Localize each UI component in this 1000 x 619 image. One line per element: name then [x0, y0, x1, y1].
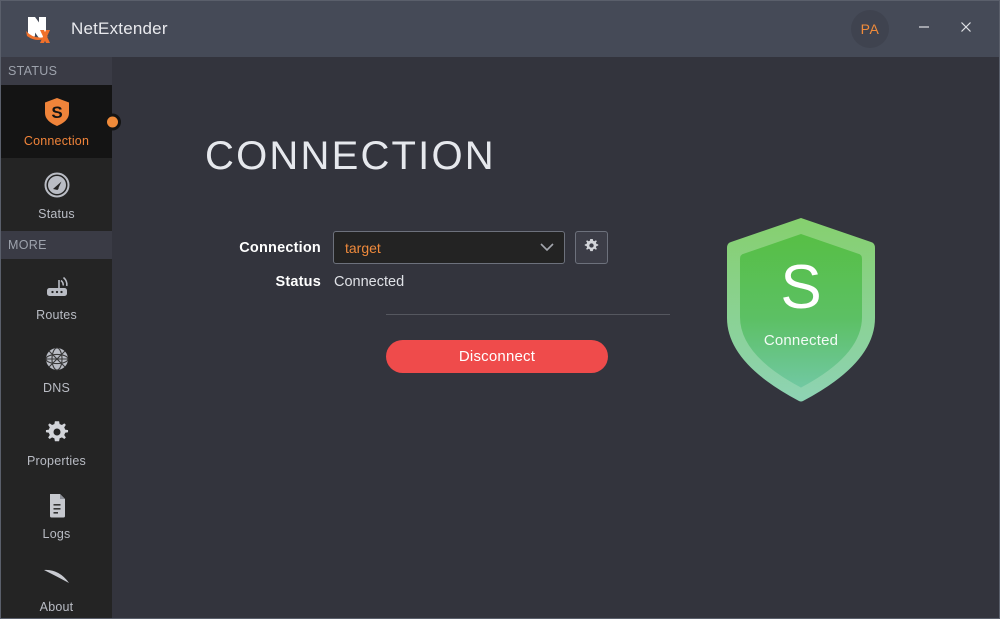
sidebar: STATUS S Connection [1, 57, 112, 618]
minimize-button[interactable] [903, 8, 945, 50]
status-value: Connected [333, 274, 404, 290]
connection-label: Connection [180, 240, 333, 256]
netextender-logo-icon [23, 12, 57, 46]
body: STATUS S Connection [1, 57, 999, 618]
svg-text:S: S [51, 103, 62, 122]
netextender-window: NetExtender PA STATUS [0, 0, 1000, 619]
gauge-icon [42, 170, 72, 200]
sidebar-item-label-connection: Connection [24, 134, 89, 148]
sidebar-item-logs[interactable]: Logs [1, 478, 112, 551]
gear-icon [583, 237, 600, 259]
sidebar-item-dns[interactable]: DNS [1, 332, 112, 405]
shield-icon: S [42, 97, 72, 127]
connection-select-wrapper: target [333, 231, 565, 264]
form-divider [386, 314, 670, 315]
router-icon [42, 271, 72, 301]
status-row: Status Connected [180, 274, 640, 290]
connection-form: Connection target [180, 231, 640, 373]
sidebar-item-label-dns: DNS [43, 381, 70, 395]
avatar[interactable]: PA [851, 10, 889, 48]
document-icon [42, 490, 72, 520]
sidebar-item-label-properties: Properties [27, 454, 86, 468]
titlebar: NetExtender PA [1, 1, 999, 57]
sidebar-section-status: STATUS [1, 57, 112, 85]
status-label: Status [180, 274, 333, 290]
globe-icon [42, 344, 72, 374]
crescent-icon [42, 563, 72, 593]
sidebar-item-status[interactable]: Status [1, 158, 112, 231]
sidebar-item-label-status: Status [38, 207, 75, 221]
sidebar-item-label-logs: Logs [43, 527, 71, 541]
disconnect-button[interactable]: Disconnect [386, 340, 608, 373]
minimize-icon [916, 19, 932, 40]
sidebar-item-routes[interactable]: Routes [1, 259, 112, 332]
main-content: CONNECTION Connection target [112, 57, 999, 618]
sidebar-section-more: MORE [1, 231, 112, 259]
shield-caption: Connected [721, 332, 881, 349]
sidebar-item-about[interactable]: About [1, 551, 112, 619]
sidebar-item-properties[interactable]: Properties [1, 405, 112, 478]
active-indicator-dot [104, 113, 121, 130]
close-button[interactable] [945, 8, 987, 50]
sidebar-item-label-routes: Routes [36, 308, 77, 322]
connection-status-shield: S Connected [721, 215, 881, 405]
sidebar-item-label-about: About [40, 600, 74, 614]
shield-letter: S [721, 257, 881, 319]
connection-row: Connection target [180, 231, 640, 264]
connection-settings-button[interactable] [575, 231, 608, 264]
connection-select[interactable]: target [333, 231, 565, 264]
sidebar-item-connection[interactable]: S Connection [1, 85, 112, 158]
close-icon [958, 19, 974, 40]
page-title: CONNECTION [205, 134, 496, 179]
app-title: NetExtender [71, 19, 168, 39]
gear-icon [42, 417, 72, 447]
